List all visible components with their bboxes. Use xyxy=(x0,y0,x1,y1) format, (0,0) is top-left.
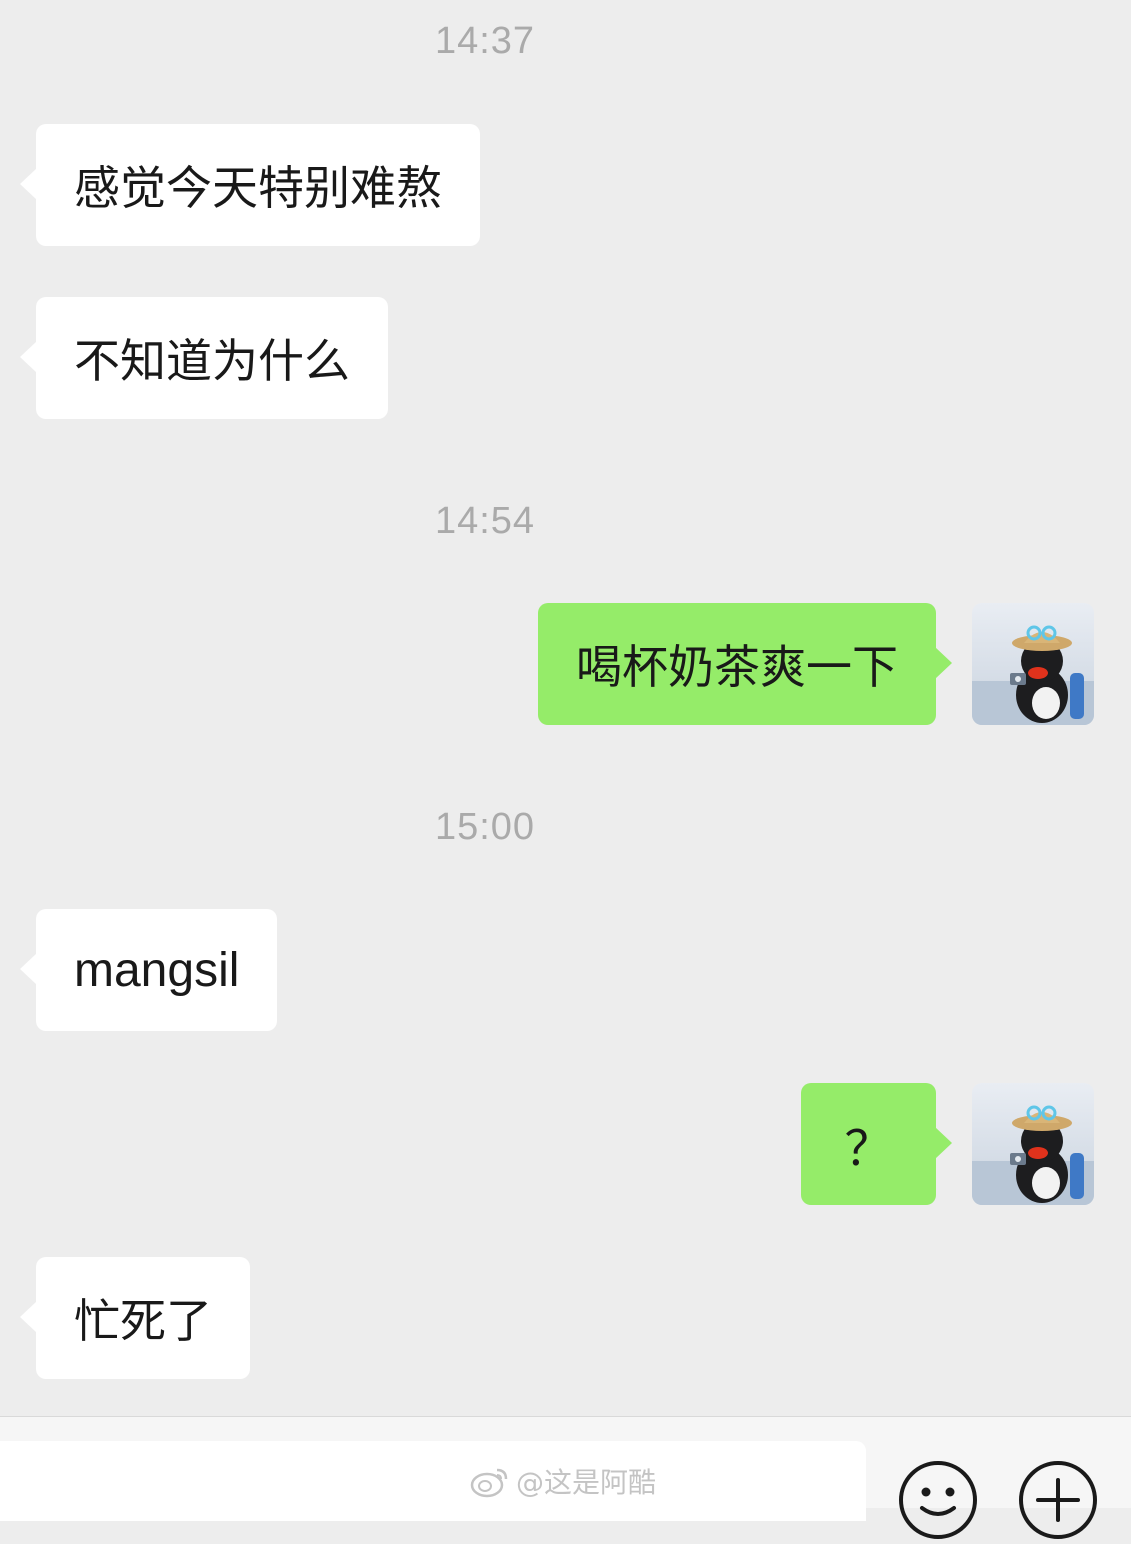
avatar[interactable] xyxy=(972,603,1094,725)
incoming-message[interactable]: 感觉今天特别难熬 xyxy=(20,124,480,246)
message-text: 喝杯奶茶爽一下 xyxy=(576,640,898,694)
chat-area[interactable]: 14:37 感觉今天特别难熬 不知道为什么 14:54 喝杯奶茶爽一下 15:0… xyxy=(0,0,1131,1416)
watermark-text: @这是阿酷 xyxy=(516,1466,657,1499)
incoming-message[interactable]: 忙死了 xyxy=(20,1257,250,1379)
message-text: ？ xyxy=(844,1123,893,1176)
message-text: 忙死了 xyxy=(74,1294,212,1348)
plus-button[interactable] xyxy=(1018,1460,1098,1540)
message-text: mangsil xyxy=(74,943,240,997)
message-text: 感觉今天特别难熬 xyxy=(74,161,442,215)
message-text: 不知道为什么 xyxy=(74,334,350,388)
emoji-face-icon xyxy=(899,1461,977,1539)
penguin-avatar-icon xyxy=(972,1083,1094,1205)
avatar[interactable] xyxy=(972,1083,1094,1205)
weibo-icon xyxy=(470,1468,508,1498)
timestamp: 15:00 xyxy=(434,806,536,848)
plus-circle-icon xyxy=(1019,1461,1097,1539)
timestamp: 14:37 xyxy=(434,20,536,62)
emoji-button[interactable] xyxy=(898,1460,978,1540)
outgoing-message[interactable]: 喝杯奶茶爽一下 xyxy=(538,603,952,725)
outgoing-message[interactable]: ？ xyxy=(801,1083,952,1205)
message-input[interactable] xyxy=(0,1441,866,1521)
watermark: @这是阿酷 xyxy=(470,1461,656,1501)
penguin-avatar-icon xyxy=(972,603,1094,725)
timestamp: 14:54 xyxy=(434,500,536,542)
incoming-message[interactable]: 不知道为什么 xyxy=(20,297,388,419)
incoming-message[interactable]: mangsil xyxy=(19,909,278,1031)
